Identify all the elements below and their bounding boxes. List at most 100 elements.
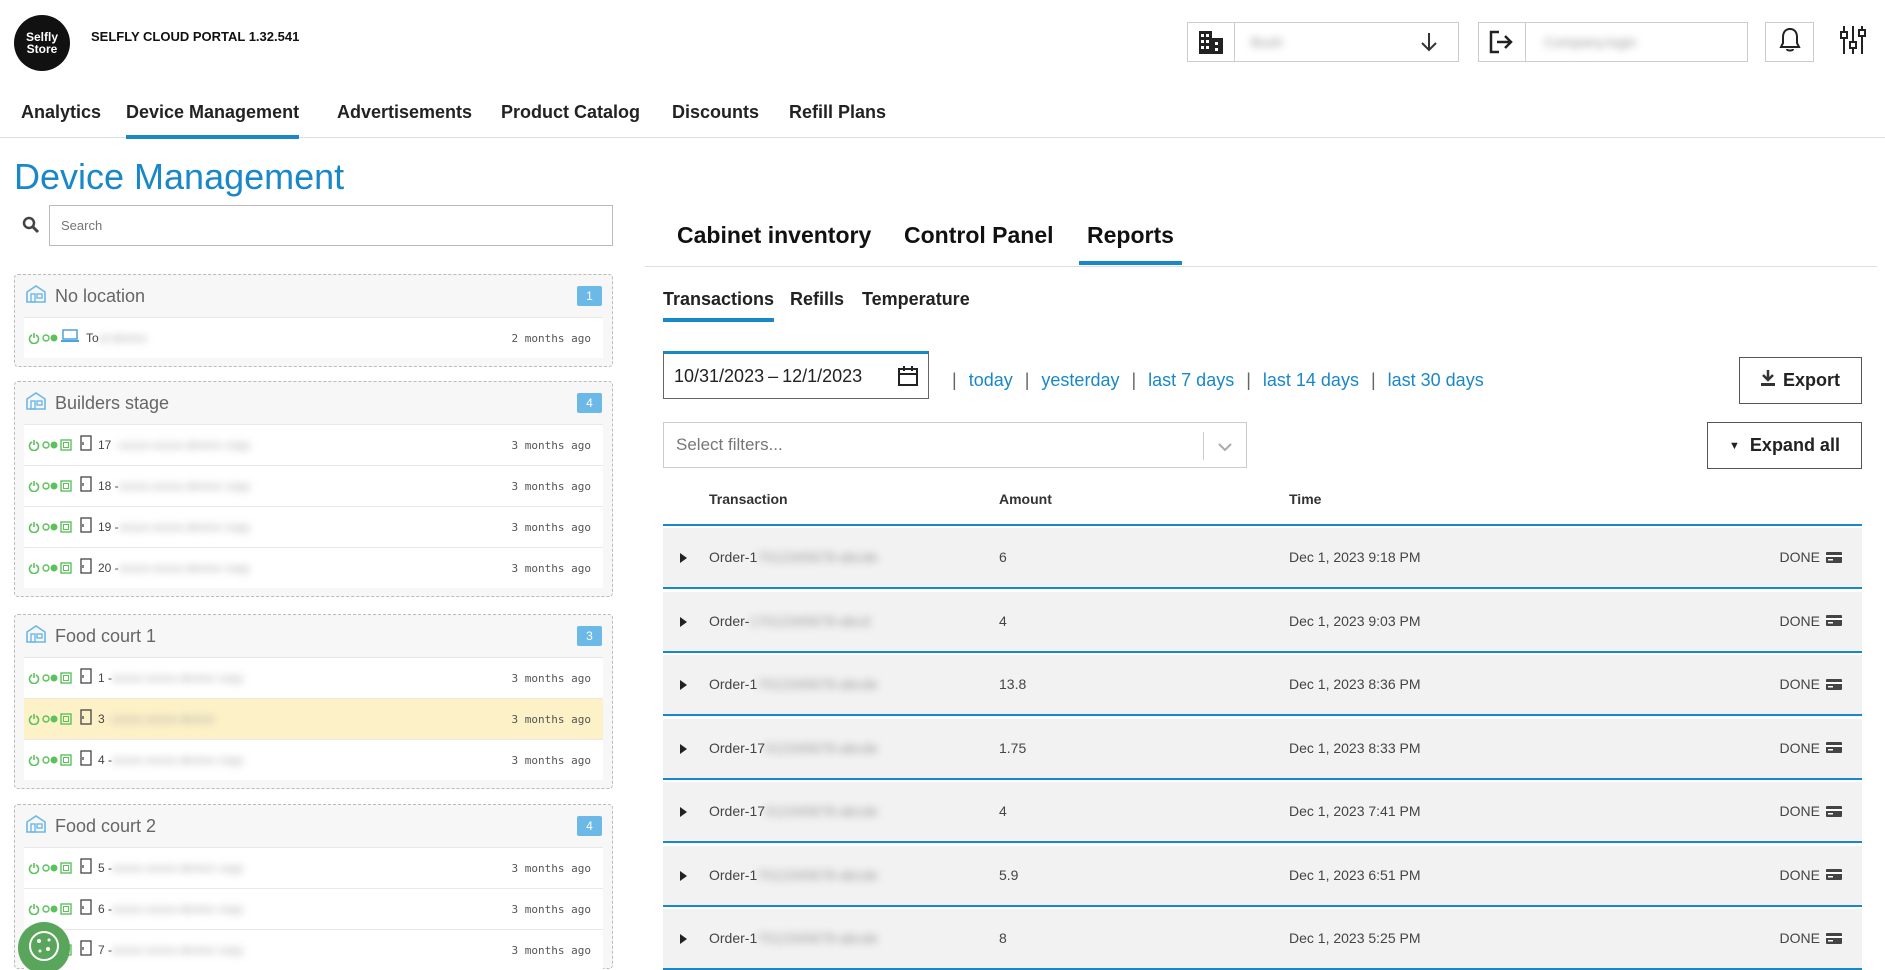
device-row[interactable]: 5 - xxxxx-xxxxx-device copy 3 months ago (24, 847, 603, 888)
location-header[interactable]: Food court 2 4 (15, 805, 612, 847)
transaction-row[interactable]: Order-17012345678-abcde 6 Dec 1, 2023 9:18… (663, 528, 1862, 589)
transaction-row[interactable]: Order-17012345678-abcde 8 Dec 1, 2023 5:25… (663, 909, 1862, 970)
device-status-icons (28, 521, 72, 533)
user-account-box[interactable]: Company.login (1478, 22, 1748, 62)
cabinet-icon (80, 898, 92, 920)
transaction-id: Order-17012345678-abcde (709, 739, 878, 756)
board-icon (60, 862, 72, 874)
location-header[interactable]: No location 1 (15, 275, 612, 317)
tab-control-panel[interactable]: Control Panel (896, 222, 1062, 261)
connection-icon (42, 482, 58, 490)
nav-advertisements[interactable]: Advertisements (337, 102, 472, 135)
cookie-settings-button[interactable] (18, 922, 70, 970)
power-icon (28, 563, 40, 574)
transaction-id-redacted: 7012345678-abcde (757, 549, 878, 565)
connection-icon (42, 441, 58, 449)
device-name-redacted: st-device (98, 331, 147, 345)
transaction-row[interactable]: Order-17012345678-abcde 13.8 Dec 1, 2023 8… (663, 655, 1862, 716)
device-name-redacted: - xxxxx-xxxxx-device (104, 712, 215, 726)
connection-icon (42, 715, 58, 723)
nav-refill-plans[interactable]: Refill Plans (789, 102, 886, 135)
device-row[interactable]: 17 - xxxxx-xxxxx-device copy 3 months ago (24, 424, 603, 465)
tab-reports[interactable]: Reports (1079, 222, 1182, 265)
device-row[interactable]: Tost-device 2 months ago (24, 317, 603, 358)
location-group: Food court 2 4 5 - xxxxx-xxxxx-device copy… (14, 804, 613, 970)
nav-analytics[interactable]: Analytics (21, 102, 101, 135)
board-icon (60, 439, 72, 451)
range-last-14-days[interactable]: last 14 days (1263, 370, 1359, 391)
device-row[interactable]: 1 - xxxxx-xxxxx-device copy 3 months ago (24, 657, 603, 698)
transaction-row[interactable]: Order-17012345678-abcde 4 Dec 1, 2023 7:41… (663, 782, 1862, 843)
device-last-seen: 3 months ago (511, 671, 591, 685)
organization-select[interactable]: Bush (1187, 22, 1459, 62)
transaction-id: Order-17012345678-abcde (709, 930, 878, 946)
cabinet-icon (80, 516, 92, 538)
credit-card-icon (1826, 615, 1842, 626)
device-row[interactable]: 19 - xxxxx-xxxxx-device copy 3 months ago (24, 506, 603, 547)
device-row[interactable]: 18 - xxxxx-xxxxx-device copy 3 months ago (24, 465, 603, 506)
select-divider (1203, 432, 1204, 460)
nav-product-catalog[interactable]: Product Catalog (501, 102, 640, 135)
export-label: Export (1782, 370, 1840, 390)
location-header[interactable]: Food court 1 3 (15, 615, 612, 657)
expand-row-icon[interactable] (680, 870, 687, 881)
device-row[interactable]: 4 - xxxxx-xxxxx-device copy 3 months ago (24, 739, 603, 780)
transaction-time: Dec 1, 2023 7:41 PM (1289, 803, 1421, 819)
device-name-redacted: xxxxx-xxxxx-device copy (118, 561, 251, 575)
location-device-count: 1 (577, 286, 602, 306)
transaction-row[interactable]: Order-17012345678-abcd 4 Dec 1, 2023 9:03 … (663, 591, 1862, 653)
cabinet-icon (80, 749, 92, 771)
location-header[interactable]: Builders stage 4 (15, 382, 612, 424)
chevron-down-icon[interactable] (1218, 437, 1232, 457)
subtab-refills[interactable]: Refills (790, 289, 844, 318)
device-name: 18 - xxxxx-xxxxx-device copy (98, 479, 251, 493)
transaction-row[interactable]: Order-17012345678-abcde 1.75 Dec 1, 2023 8… (663, 718, 1862, 780)
logout-icon[interactable] (1479, 23, 1526, 61)
transaction-time: Dec 1, 2023 8:36 PM (1289, 676, 1421, 692)
date-range-picker[interactable]: 10/31/2023 – 12/1/2023 (663, 351, 929, 399)
range-yesterday[interactable]: yesterday (1041, 370, 1119, 391)
expand-row-icon[interactable] (680, 616, 687, 627)
expand-all-button[interactable]: ▼ Expand all (1707, 422, 1862, 469)
app-title: SELFLY CLOUD PORTAL 1.32.541 (91, 29, 300, 44)
range-last-30-days[interactable]: last 30 days (1388, 370, 1484, 391)
transaction-status: DONE (1780, 803, 1842, 819)
device-name-redacted: xxxxx-xxxxx-device copy (112, 902, 244, 916)
device-row[interactable]: 6 - xxxxx-xxxxx-device copy 3 months ago (24, 888, 603, 929)
expand-row-icon[interactable] (680, 553, 687, 563)
device-last-seen: 3 months ago (511, 479, 591, 493)
device-name-redacted: xxxxx-xxxxx-device copy (112, 671, 244, 685)
export-button[interactable]: Export (1739, 357, 1862, 404)
device-last-seen: 3 months ago (511, 438, 591, 452)
device-name-redacted: xxxxx-xxxxx-device copy (112, 943, 244, 957)
date-end: 12/1/2023 (782, 365, 863, 386)
expand-row-icon[interactable] (680, 807, 687, 817)
expand-row-icon[interactable] (680, 680, 687, 690)
device-row[interactable]: 3 - xxxxx-xxxxx-device 3 months ago (24, 698, 603, 739)
subtab-temperature[interactable]: Temperature (862, 289, 970, 318)
notifications-button[interactable] (1765, 22, 1814, 62)
device-status-icons (28, 439, 72, 451)
range-last-7-days[interactable]: last 7 days (1148, 370, 1234, 391)
date-start: 10/31/2023 (674, 365, 765, 386)
nav-discounts[interactable]: Discounts (672, 102, 759, 135)
credit-card-icon (1826, 551, 1842, 563)
arrow-down-icon (1420, 32, 1438, 57)
device-name: 7 - xxxxx-xxxxx-device copy (98, 943, 244, 957)
settings-button[interactable] (1828, 22, 1877, 62)
subtab-transactions[interactable]: Transactions (663, 289, 775, 322)
nav-device-management[interactable]: Device Management (126, 102, 300, 139)
transaction-id-redacted: 17012345678-abcd (749, 612, 871, 629)
transaction-amount: 8 (999, 930, 1007, 946)
device-row[interactable]: 7 - xxxxx-xxxxx-device copy 3 months ago (24, 929, 603, 970)
expand-row-icon[interactable] (680, 934, 687, 944)
calendar-icon[interactable] (898, 366, 918, 391)
range-today[interactable]: today (969, 370, 1013, 391)
transaction-row[interactable]: Order-17012345678-abcde 5.9 Dec 1, 2023 6:… (663, 845, 1862, 907)
filters-select[interactable]: Select filters... (663, 422, 1247, 468)
device-row[interactable]: 20 - xxxxx-xxxxx-device copy 3 months ago (24, 547, 603, 588)
device-search-input[interactable] (49, 205, 613, 246)
search-icon (22, 216, 40, 239)
expand-row-icon[interactable] (680, 743, 687, 754)
tab-cabinet-inventory[interactable]: Cabinet inventory (669, 222, 879, 261)
